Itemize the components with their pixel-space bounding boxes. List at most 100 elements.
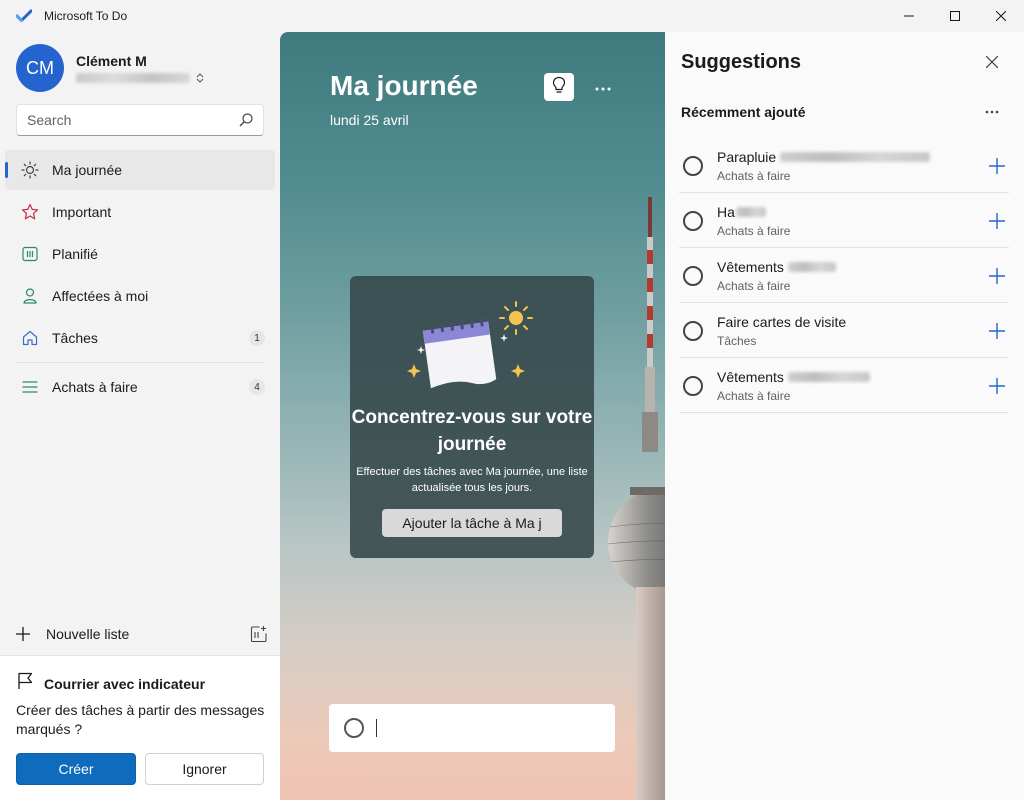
list-item[interactable]: Parapluie Achats à faire [679, 138, 1009, 193]
redacted-text [735, 207, 766, 217]
suggestion-list: Parapluie Achats à faire Ha Achats à fai… [679, 138, 1009, 413]
search-input[interactable] [27, 112, 227, 128]
close-suggestions-button[interactable] [982, 52, 1002, 72]
suggestion-list-name: Achats à faire [717, 169, 791, 183]
section-more-button[interactable] [981, 102, 1003, 122]
suggestions-button[interactable] [544, 73, 574, 101]
complete-circle-icon[interactable] [683, 266, 703, 286]
new-list-label: Nouvelle liste [46, 626, 130, 642]
suggestion-title: Ha [717, 204, 735, 220]
search-icon[interactable] [239, 113, 253, 132]
add-task-to-my-day-button[interactable]: Ajouter la tâche à Ma j [382, 509, 562, 537]
maximize-icon [950, 11, 960, 21]
sidebar-item-ma-journee[interactable]: Ma journée [5, 150, 275, 190]
sidebar-item-important[interactable]: Important [5, 192, 275, 232]
profile-name: Clément M [76, 53, 147, 69]
minimize-icon [904, 15, 914, 17]
star-icon [21, 203, 39, 221]
flagged-email-card: Courrier avec indicateur Créer des tâche… [0, 655, 280, 800]
profile-email-redacted [76, 73, 190, 83]
add-suggestion-button[interactable] [985, 154, 1009, 178]
create-button[interactable]: Créer [16, 753, 136, 785]
new-group-icon[interactable] [250, 625, 268, 648]
list-item[interactable]: Faire cartes de visite Tâches [679, 303, 1009, 358]
text-caret [376, 719, 377, 737]
list-item[interactable]: Vêtements Achats à faire [679, 248, 1009, 303]
complete-circle-icon[interactable] [683, 321, 703, 341]
page-date: lundi 25 avril [330, 112, 409, 128]
plus-icon [989, 268, 1005, 284]
add-task-input[interactable] [387, 720, 607, 736]
new-list-button[interactable]: Nouvelle liste [0, 618, 280, 650]
sidebar-item-planifie[interactable]: Planifié [5, 234, 275, 274]
plus-icon [989, 378, 1005, 394]
main-panel: Ma journée lundi 25 avril Concentrez-vou… [280, 32, 665, 800]
minimize-button[interactable] [886, 0, 932, 32]
lightbulb-icon [551, 76, 567, 99]
task-circle-icon [344, 718, 364, 738]
focus-card: Concentrez-vous sur votre journée Effect… [350, 276, 594, 558]
person-icon [21, 287, 39, 305]
sidebar-item-label: Affectées à moi [52, 288, 149, 304]
close-icon [986, 56, 998, 68]
add-suggestion-button[interactable] [985, 319, 1009, 343]
account-switch-icon[interactable] [196, 73, 204, 83]
sidebar: CM Clément M Ma journée [0, 32, 280, 800]
plus-icon [14, 625, 32, 643]
focus-description: Effectuer des tâches avec Ma journée, un… [356, 466, 588, 494]
redacted-text [787, 372, 870, 382]
complete-circle-icon[interactable] [683, 211, 703, 231]
focus-title: Concentrez-vous sur votre journée [351, 407, 593, 455]
divider [16, 362, 264, 363]
search-box[interactable] [16, 104, 264, 136]
plus-icon [989, 323, 1005, 339]
sidebar-item-affectees[interactable]: Affectées à moi [5, 276, 275, 316]
suggestion-title: Vêtements [717, 259, 784, 275]
complete-circle-icon[interactable] [683, 156, 703, 176]
profile[interactable]: CM Clément M [16, 44, 204, 92]
suggestion-title: Vêtements [717, 369, 784, 385]
sun-icon [21, 161, 39, 179]
redacted-text [787, 262, 836, 272]
complete-circle-icon[interactable] [683, 376, 703, 396]
more-options-button[interactable] [592, 77, 614, 97]
task-count-badge: 1 [249, 330, 265, 346]
sidebar-item-taches[interactable]: Tâches 1 [5, 318, 275, 358]
suggestion-list-name: Tâches [717, 334, 757, 348]
redacted-text [780, 152, 931, 162]
list-item[interactable]: Vêtements Achats à faire [679, 358, 1009, 413]
flagged-email-title: Courrier avec indicateur [44, 675, 206, 692]
calendar-illustration [407, 301, 533, 389]
home-icon [21, 329, 39, 347]
maximize-button[interactable] [932, 0, 978, 32]
close-icon [996, 11, 1006, 21]
sidebar-item-label: Important [52, 204, 112, 220]
add-task-box[interactable] [329, 704, 615, 752]
suggestion-title: Parapluie [717, 149, 777, 165]
flagged-email-description: Créer des tâches à partir des messages m… [16, 702, 265, 737]
sidebar-item-label: Planifié [52, 246, 98, 262]
avatar[interactable]: CM [16, 44, 64, 92]
section-heading: Récemment ajouté [681, 104, 806, 120]
suggestion-list-name: Achats à faire [717, 224, 791, 238]
suggestion-title: Faire cartes de visite [717, 314, 847, 330]
list-icon [21, 378, 39, 396]
sidebar-item-label: Ma journée [52, 162, 123, 178]
ignore-button[interactable]: Ignorer [145, 753, 264, 785]
plus-icon [989, 158, 1005, 174]
more-icon [985, 110, 999, 114]
task-count-badge: 4 [249, 379, 265, 395]
sidebar-item-label: Achats à faire [52, 379, 138, 395]
sidebar-item-achats[interactable]: Achats à faire 4 [5, 367, 275, 407]
add-suggestion-button[interactable] [985, 264, 1009, 288]
calendar-icon [21, 245, 39, 263]
more-icon [595, 78, 611, 96]
close-window-button[interactable] [978, 0, 1024, 32]
sidebar-nav: Ma journée Important Planifié Affectées … [0, 148, 280, 409]
title-bar: Microsoft To Do [0, 0, 1024, 32]
add-suggestion-button[interactable] [985, 209, 1009, 233]
suggestions-panel: Suggestions Récemment ajouté Parapluie A… [665, 32, 1024, 800]
suggestions-title: Suggestions [681, 51, 802, 73]
add-suggestion-button[interactable] [985, 374, 1009, 398]
list-item[interactable]: Ha Achats à faire [679, 193, 1009, 248]
